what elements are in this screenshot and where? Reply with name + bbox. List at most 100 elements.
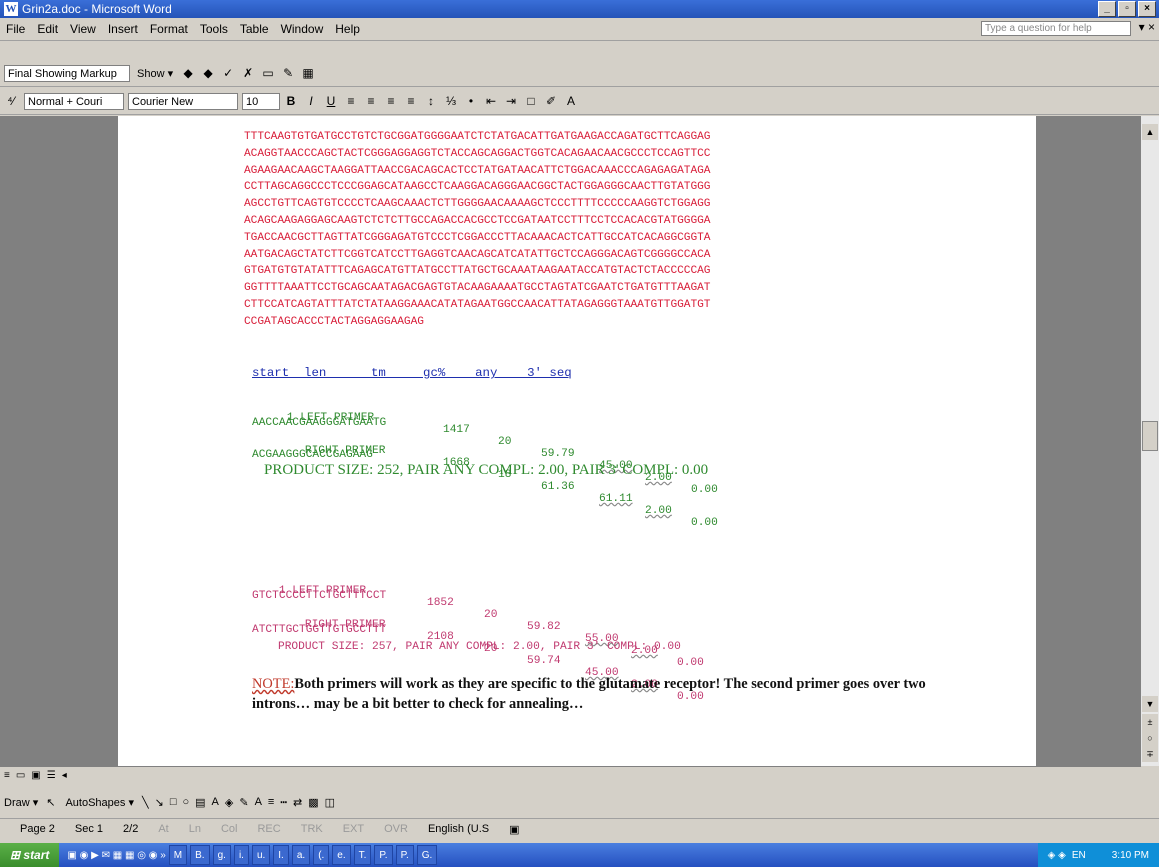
taskbar-item[interactable]: u. [251, 845, 271, 865]
sequence-line: CCTTAGCAGGCCCTCCCGGAGCATAAGCCTCAAGGACAGG… [244, 181, 711, 194]
taskbar-item[interactable]: T. [353, 845, 372, 865]
justify-icon[interactable]: ≡ [402, 92, 420, 110]
status-ext[interactable]: EXT [343, 823, 364, 835]
reject-change-icon[interactable]: ✗ [239, 64, 257, 82]
align-left-icon[interactable]: ≡ [342, 92, 360, 110]
draw-menu-button[interactable]: Draw ▾ [4, 796, 38, 809]
taskbar-item[interactable]: g. [212, 845, 231, 865]
maximize-button[interactable]: ▫ [1118, 1, 1136, 17]
taskbar-item[interactable]: i. [233, 845, 249, 865]
quicklaunch-icons[interactable]: ▣ ◉ ▶ ✉ ▦ ▦ ◎ ◉ » [67, 850, 165, 861]
3d-icon[interactable]: ◫ [325, 796, 335, 809]
pair1-left-start: 1417 [443, 424, 470, 436]
line-style-icon[interactable]: ≡ [268, 796, 274, 808]
taskbar-item[interactable]: B. [190, 845, 210, 865]
word-app-icon[interactable]: W [4, 2, 18, 16]
underline-button[interactable]: U [322, 92, 340, 110]
line-icon[interactable]: ╲ [142, 796, 149, 809]
fill-color-icon[interactable]: ◈ [225, 796, 233, 809]
arrow-icon[interactable]: ↘ [155, 796, 164, 809]
previous-page-icon[interactable]: ± [1142, 714, 1158, 730]
pair1-left-three: 0.00 [691, 484, 718, 496]
taskbar-item[interactable]: P. [374, 845, 393, 865]
show-menu-button[interactable]: Show ▾ [133, 67, 177, 80]
align-center-icon[interactable]: ≡ [362, 92, 380, 110]
menu-format[interactable]: Format [144, 22, 194, 36]
styles-icon[interactable]: ⁴⁄ [2, 92, 20, 110]
draw-font-color-icon[interactable]: A [255, 796, 262, 808]
increase-indent-icon[interactable]: ⇥ [502, 92, 520, 110]
help-search-input[interactable]: Type a question for help [981, 21, 1131, 36]
accept-change-icon[interactable]: ✓ [219, 64, 237, 82]
document-page[interactable]: TTTCAAGTGTGATGCCTGTCTGCGGATGGGGAATCTCTAT… [118, 116, 1036, 766]
tray-icons[interactable]: ◈ ◈ [1048, 850, 1066, 861]
status-rec[interactable]: REC [257, 823, 280, 835]
scroll-up-arrow-icon[interactable]: ▲ [1142, 124, 1158, 140]
dash-style-icon[interactable]: ┅ [280, 796, 287, 809]
scroll-thumb[interactable] [1142, 421, 1158, 451]
scroll-down-arrow-icon[interactable]: ▼ [1142, 696, 1158, 712]
taskbar-item[interactable]: a. [291, 845, 311, 865]
next-change-icon[interactable]: ◆ [199, 64, 217, 82]
menu-insert[interactable]: Insert [102, 22, 144, 36]
menu-help[interactable]: Help [329, 22, 366, 36]
autoshapes-menu-button[interactable]: AutoShapes ▾ [65, 796, 134, 809]
vertical-scrollbar[interactable]: ▲ ▼ ± ○ ∓ [1141, 116, 1159, 766]
next-page-icon[interactable]: ∓ [1142, 746, 1158, 762]
taskbar-item[interactable]: M [168, 845, 188, 865]
bullets-icon[interactable]: • [462, 92, 480, 110]
menu-tools[interactable]: Tools [194, 22, 234, 36]
decrease-indent-icon[interactable]: ⇤ [482, 92, 500, 110]
drawing-toolbar: Draw ▾ ↖ AutoShapes ▾ ╲ ↘ □ ○ ▤ A ◈ ✎ A … [0, 789, 1159, 815]
border-icon[interactable]: □ [522, 92, 540, 110]
align-right-icon[interactable]: ≡ [382, 92, 400, 110]
reviewing-pane-icon[interactable]: ▦ [299, 64, 317, 82]
outline-view-icon[interactable]: ☰ [47, 770, 56, 781]
status-at: At [158, 823, 169, 835]
bold-button[interactable]: B [282, 92, 300, 110]
previous-change-icon[interactable]: ◆ [179, 64, 197, 82]
print-view-icon[interactable]: ▣ [31, 770, 40, 781]
menu-edit[interactable]: Edit [31, 22, 64, 36]
taskbar-item[interactable]: e. [332, 845, 351, 865]
line-color-icon[interactable]: ✎ [239, 796, 248, 809]
menu-view[interactable]: View [64, 22, 102, 36]
document-close-button[interactable]: ▾ × [1139, 20, 1155, 34]
status-trk[interactable]: TRK [301, 823, 323, 835]
menu-file[interactable]: File [0, 22, 31, 36]
markup-display-select[interactable]: Final Showing Markup [4, 64, 130, 82]
wordart-icon[interactable]: A [212, 796, 219, 808]
menu-table[interactable]: Table [234, 22, 275, 36]
select-objects-icon[interactable]: ↖ [46, 796, 55, 809]
font-color-icon[interactable]: A [562, 92, 580, 110]
arrow-style-icon[interactable]: ⇄ [293, 796, 302, 809]
line-spacing-icon[interactable]: ↕ [422, 92, 440, 110]
shadow-icon[interactable]: ▩ [308, 796, 318, 809]
taskbar-item[interactable]: G. [416, 845, 438, 865]
taskbar-item[interactable]: (. [313, 845, 330, 865]
taskbar-item[interactable]: I. [273, 845, 289, 865]
new-comment-icon[interactable]: ▭ [259, 64, 277, 82]
font-select[interactable]: Courier New [128, 92, 238, 110]
browse-object-icon[interactable]: ○ [1142, 730, 1158, 746]
rectangle-icon[interactable]: □ [170, 796, 177, 808]
textbox-icon[interactable]: ▤ [195, 796, 205, 809]
start-button[interactable]: ⊞ start [0, 843, 60, 867]
menu-window[interactable]: Window [275, 22, 330, 36]
taskbar-item[interactable]: P. [395, 845, 414, 865]
close-button[interactable]: × [1138, 1, 1156, 17]
spelling-status-icon[interactable]: ▣ [509, 823, 519, 836]
oval-icon[interactable]: ○ [182, 796, 189, 808]
numbering-icon[interactable]: ⅓ [442, 92, 460, 110]
language-indicator[interactable]: EN [1072, 850, 1086, 861]
style-select[interactable]: Normal + Couri [24, 92, 124, 110]
track-changes-icon[interactable]: ✎ [279, 64, 297, 82]
hscroll-left-icon[interactable]: ◂ [62, 770, 67, 781]
minimize-button[interactable]: _ [1098, 1, 1116, 17]
web-view-icon[interactable]: ▭ [16, 770, 25, 781]
highlight-icon[interactable]: ✐ [542, 92, 560, 110]
normal-view-icon[interactable]: ≡ [4, 770, 10, 781]
italic-button[interactable]: I [302, 92, 320, 110]
status-ovr[interactable]: OVR [384, 823, 408, 835]
font-size-select[interactable]: 10 [242, 92, 280, 110]
